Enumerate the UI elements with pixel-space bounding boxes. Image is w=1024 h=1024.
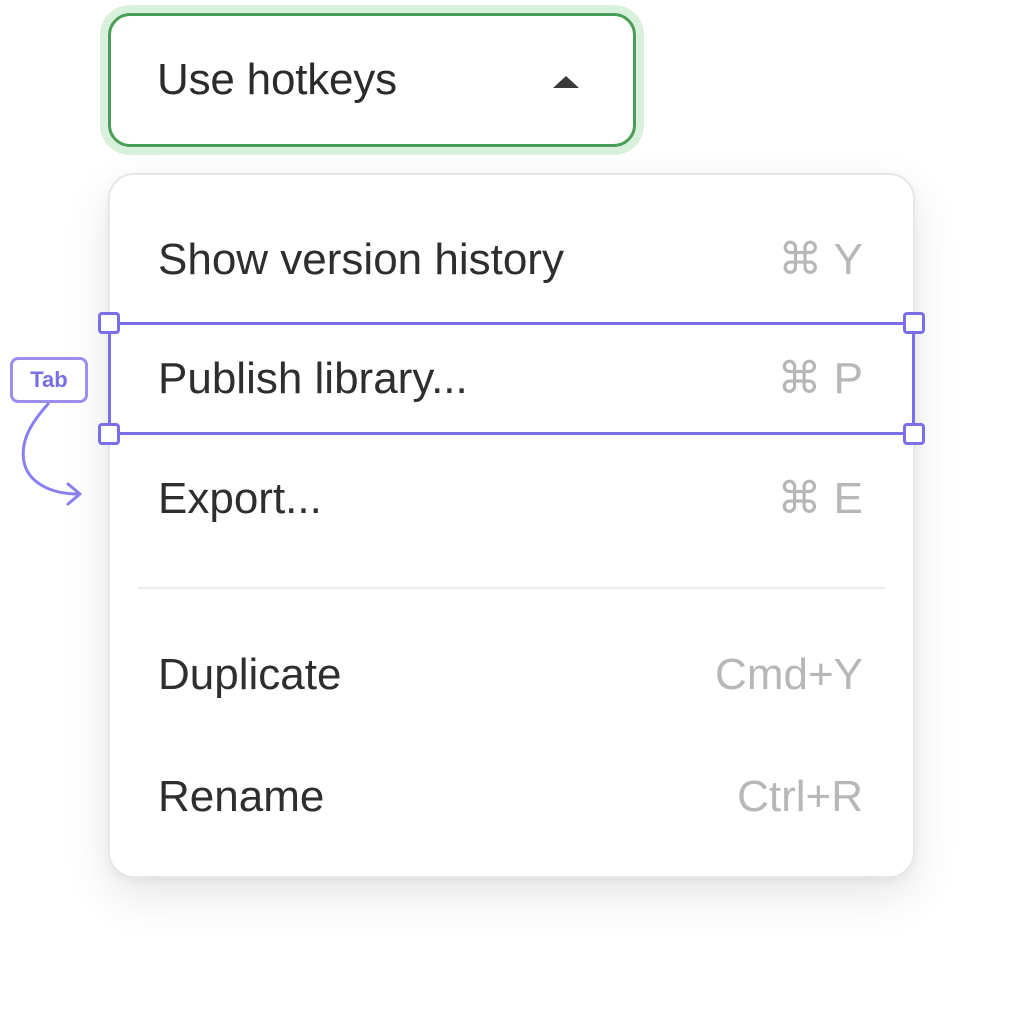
menu-item-label: Show version history bbox=[158, 235, 564, 284]
caret-up-icon bbox=[553, 76, 579, 88]
menu-item-label: Publish library... bbox=[158, 354, 468, 403]
menu-item-rename[interactable]: Rename Ctrl+R bbox=[110, 742, 913, 852]
menu-item-label: Rename bbox=[158, 772, 325, 821]
curved-arrow-icon bbox=[21, 402, 82, 506]
menu-item-publish-library[interactable]: Publish library... ⌘ P bbox=[110, 324, 913, 434]
use-hotkeys-dropdown-button[interactable]: Use hotkeys bbox=[108, 13, 636, 147]
dropdown-button-label: Use hotkeys bbox=[157, 55, 397, 104]
menu-separator bbox=[138, 587, 885, 589]
menu-item-shortcut: ⌘ P bbox=[777, 354, 863, 403]
menu-item-shortcut: ⌘ E bbox=[777, 474, 863, 523]
menu-item-shortcut: ⌘ Y bbox=[778, 235, 863, 284]
dropdown-menu: Show version history ⌘ Y Publish library… bbox=[108, 173, 915, 878]
menu-item-duplicate[interactable]: Duplicate Cmd+Y bbox=[110, 620, 913, 730]
menu-item-shortcut: Cmd+Y bbox=[715, 650, 863, 699]
menu-item-shortcut: Ctrl+R bbox=[737, 772, 863, 821]
canvas: Use hotkeys Show version history ⌘ Y Pub… bbox=[0, 0, 1024, 1024]
tab-key-badge: Tab bbox=[10, 357, 88, 403]
menu-item-label: Export... bbox=[158, 474, 322, 523]
menu-item-export[interactable]: Export... ⌘ E bbox=[110, 444, 913, 554]
menu-item-show-version-history[interactable]: Show version history ⌘ Y bbox=[110, 205, 913, 315]
menu-item-label: Duplicate bbox=[158, 650, 342, 699]
